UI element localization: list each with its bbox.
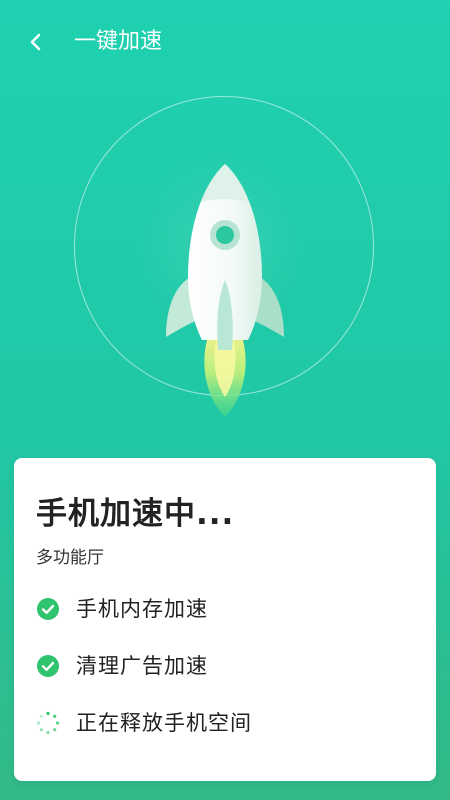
rocket-icon (166, 164, 284, 417)
task-label: 正在释放手机空间 (76, 711, 252, 735)
task-label: 手机内存加速 (76, 597, 208, 621)
rocket-animation (70, 92, 380, 432)
check-circle-icon (36, 597, 60, 621)
card-subtitle: 多功能厅 (36, 548, 104, 568)
task-item-ads: 清理广告加速 (36, 651, 208, 681)
back-button[interactable] (20, 26, 52, 58)
page-title: 一键加速 (74, 29, 163, 54)
card-title: 手机加速中... (36, 496, 235, 532)
task-item-memory: 手机内存加速 (36, 594, 208, 624)
spinner-icon (36, 711, 60, 735)
check-circle-icon (36, 654, 60, 678)
task-label: 清理广告加速 (76, 654, 208, 678)
back-arrow-icon (30, 33, 41, 51)
acceleration-card: 手机加速中... 多功能厅 手机内存加速 清理广告加速 正在释放手机空间 (14, 458, 436, 781)
task-item-storage: 正在释放手机空间 (36, 708, 252, 738)
app-header: 一键加速 (0, 0, 450, 84)
